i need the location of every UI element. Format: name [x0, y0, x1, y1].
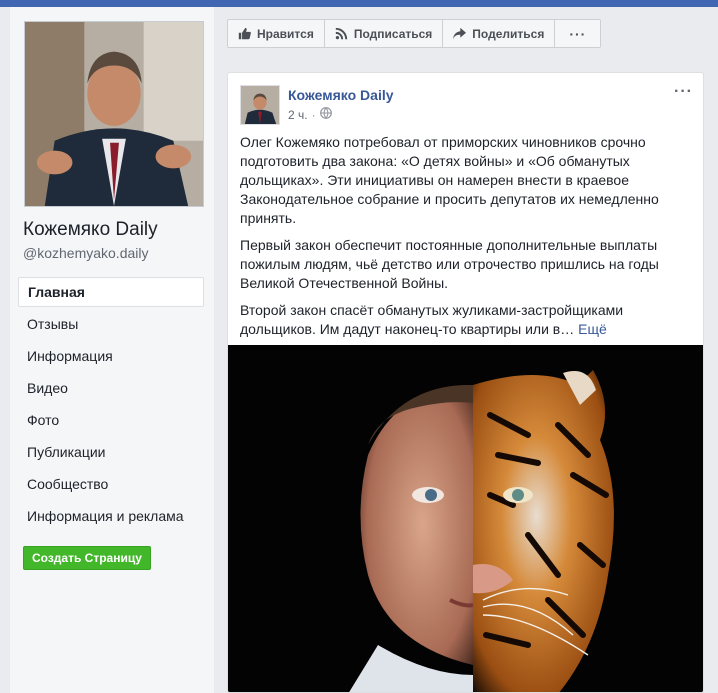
post-timestamp[interactable]: 2 ч.	[288, 108, 308, 122]
top-blue-bar	[0, 0, 718, 7]
post-photo[interactable]	[228, 345, 703, 692]
author-avatar[interactable]	[240, 85, 280, 125]
like-button[interactable]: Нравится	[228, 20, 325, 47]
share-arrow-icon	[453, 27, 467, 40]
post-author-link[interactable]: Кожемяко Daily	[288, 87, 394, 103]
follow-label: Подписаться	[353, 26, 433, 41]
share-button[interactable]: Поделиться	[443, 20, 556, 47]
page-title[interactable]: Кожемяко Daily	[23, 219, 158, 241]
follow-button[interactable]: Подписаться	[325, 20, 444, 47]
nav-item-reviews[interactable]: Отзывы	[18, 309, 204, 339]
page-nav: Главная Отзывы Информация Видео Фото Пуб…	[18, 277, 204, 533]
more-options-button[interactable]: ···	[555, 20, 600, 47]
post-menu-button[interactable]: ···	[674, 83, 693, 101]
thumbs-up-icon	[238, 27, 251, 40]
left-sidebar: Кожемяко Daily @kozhemyako.daily Главная…	[10, 7, 214, 693]
nav-item-posts[interactable]: Публикации	[18, 437, 204, 467]
profile-picture[interactable]	[24, 21, 204, 207]
post-paragraph-last: Второй закон спасёт обманутых жуликами-з…	[240, 301, 672, 339]
post-paragraph-text: Второй закон спасёт обманутых жуликами-з…	[240, 302, 624, 337]
rss-icon	[335, 27, 348, 40]
globe-icon[interactable]	[319, 107, 332, 122]
like-label: Нравится	[257, 26, 314, 41]
post-paragraph: Олег Кожемяко потребовал от приморских ч…	[240, 134, 659, 226]
post-meta: 2 ч. ·	[288, 107, 332, 122]
meta-separator: ·	[311, 107, 316, 122]
post-text: Олег Кожемяко потребовал от приморских ч…	[240, 133, 672, 347]
nav-item-videos[interactable]: Видео	[18, 373, 204, 403]
nav-item-about[interactable]: Информация	[18, 341, 204, 371]
share-label: Поделиться	[472, 26, 545, 41]
create-page-button[interactable]: Создать Страницу	[23, 546, 151, 570]
nav-item-info-and-ads[interactable]: Информация и реклама	[18, 501, 204, 531]
see-more-link[interactable]: Ещё	[578, 321, 607, 337]
nav-item-home[interactable]: Главная	[18, 277, 204, 307]
post-card: Кожемяко Daily 2 ч. · ··· Олег Кожемяко …	[227, 72, 704, 693]
page-action-bar: Нравится Подписаться Поделиться ···	[227, 19, 602, 48]
nav-item-photos[interactable]: Фото	[18, 405, 204, 435]
post-paragraph: Первый закон обеспечит постоянные дополн…	[240, 237, 659, 291]
page-handle: @kozhemyako.daily	[23, 245, 149, 261]
nav-item-community[interactable]: Сообщество	[18, 469, 204, 499]
